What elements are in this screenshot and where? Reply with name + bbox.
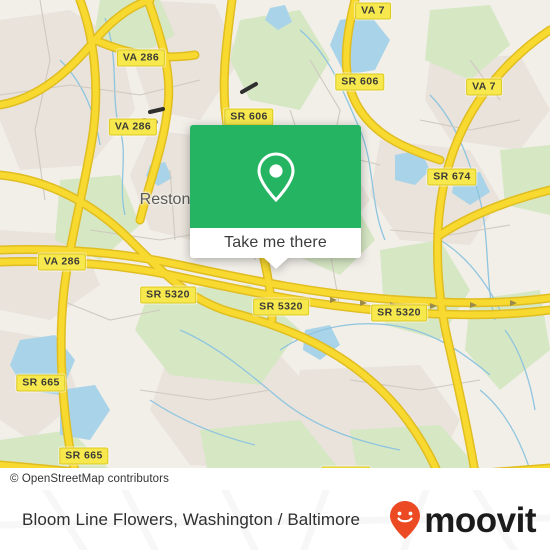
road-shield: SR 606 xyxy=(335,73,385,91)
place-label-reston: Reston xyxy=(139,191,191,208)
take-me-there-label: Take me there xyxy=(224,234,327,251)
road-shield: SR 665 xyxy=(59,447,109,465)
moovit-smiley-pin-icon xyxy=(390,501,421,539)
road-shield: VA 7 xyxy=(355,2,391,20)
map-canvas[interactable]: Reston VA 7 VA 286 SR 606 VA 7 VA 286 SR 606 S… xyxy=(0,0,550,490)
osm-attribution-text: © OpenStreetMap contributors xyxy=(10,473,169,485)
road-shield: SR 5320 xyxy=(371,304,427,322)
popup-pointer-tail xyxy=(263,258,288,269)
popup-header xyxy=(190,125,361,228)
take-me-there-button[interactable]: Take me there xyxy=(190,228,361,258)
road-shield: SR 5320 xyxy=(140,286,196,304)
moovit-wordmark: moovit xyxy=(424,500,536,540)
location-popup-card[interactable]: Take me there xyxy=(190,125,361,269)
road-shield: VA 286 xyxy=(108,118,158,136)
road-shield: SR 606 xyxy=(224,108,274,126)
road-shield: VA 286 xyxy=(37,253,87,271)
road-shield: VA 286 xyxy=(116,49,166,67)
map-pin-icon xyxy=(256,151,295,202)
map-attribution-bar: © OpenStreetMap contributors xyxy=(0,468,550,490)
road-shield: SR 665 xyxy=(16,374,66,392)
moovit-logo: moovit xyxy=(388,500,536,540)
moovit-map-screenshot: Reston VA 7 VA 286 SR 606 VA 7 VA 286 SR 606 S… xyxy=(0,0,550,550)
road-shield: SR 5320 xyxy=(253,298,309,316)
road-shield: SR 674 xyxy=(427,168,477,186)
road-shield: VA 7 xyxy=(466,78,502,96)
bottom-info-bar: Bloom Line Flowers, Washington / Baltimo… xyxy=(0,490,550,550)
place-title: Bloom Line Flowers, Washington / Baltimo… xyxy=(22,510,361,529)
